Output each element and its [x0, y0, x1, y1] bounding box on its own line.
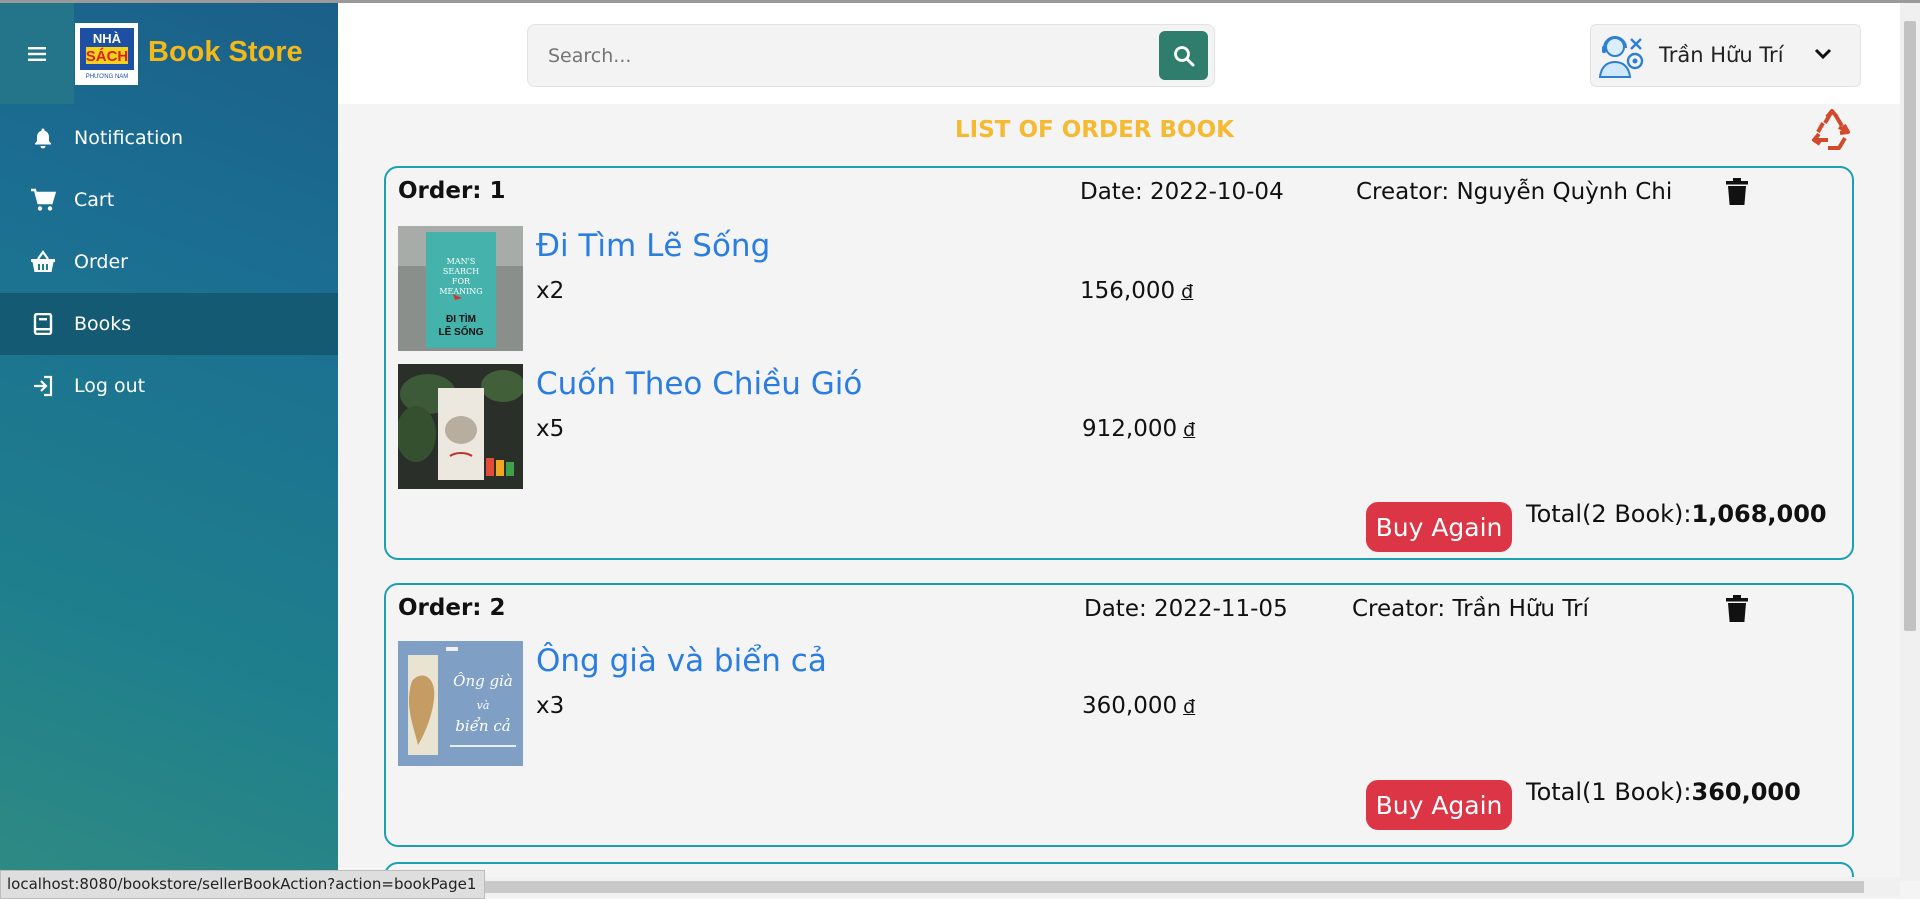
- book-title-link[interactable]: Đi Tìm Lẽ Sống: [536, 228, 770, 264]
- book-cover-image[interactable]: Ông già và biển cả: [398, 641, 523, 766]
- search-input[interactable]: [546, 39, 1110, 73]
- svg-text:Ông già: Ông già: [453, 672, 513, 690]
- search-icon: [1173, 45, 1194, 66]
- buy-again-button[interactable]: Buy Again: [1366, 780, 1512, 830]
- trash-icon[interactable]: [1725, 595, 1749, 627]
- cart-icon: [24, 188, 62, 212]
- trash-icon[interactable]: [1725, 178, 1749, 210]
- svg-text:FOR: FOR: [452, 277, 471, 286]
- user-menu[interactable]: Trần Hữu Trí: [1590, 24, 1861, 87]
- buy-again-button[interactable]: Buy Again: [1366, 502, 1512, 552]
- sidebar-item-label: Cart: [74, 189, 115, 211]
- total-value: 1,068,000: [1691, 500, 1827, 528]
- main-content: LIST OF ORDER BOOK Order: 1 Date: 2022-1…: [338, 104, 1900, 877]
- brand-logo[interactable]: NHÀ SÁCH PHƯƠNG NAM: [75, 23, 138, 85]
- item-price: 360,000 đ: [1082, 693, 1195, 719]
- order-date: Date: 2022-11-05: [1084, 596, 1288, 622]
- vertical-scrollbar[interactable]: [1900, 3, 1920, 881]
- order-item: Cuốn Theo Chiều Gió x5 912,000 đ: [396, 364, 1838, 490]
- sidebar-item-label: Log out: [74, 375, 146, 397]
- order-creator: Creator: Trần Hữu Trí: [1352, 596, 1589, 622]
- svg-text:ĐI TÌM: ĐI TÌM: [446, 312, 476, 325]
- order-card: Order: 2 Date: 2022-11-05 Creator: Trần …: [384, 583, 1854, 847]
- chevron-down-icon[interactable]: [1814, 45, 1832, 64]
- sidebar-item-label: Order: [74, 251, 128, 273]
- book-title-link[interactable]: Ông già và biển cả: [536, 643, 827, 679]
- currency-symbol: đ: [1183, 696, 1196, 718]
- book-cover-image[interactable]: [396, 364, 525, 489]
- recycle-icon[interactable]: [1810, 108, 1854, 156]
- svg-text:MAN'S: MAN'S: [447, 257, 476, 266]
- order-total: Total(1 Book):360,000: [1526, 778, 1801, 806]
- item-quantity: x5: [536, 416, 565, 442]
- svg-text:NHÀ: NHÀ: [92, 31, 121, 46]
- sidebar-item-order[interactable]: Order: [0, 231, 338, 293]
- bell-icon: [24, 127, 62, 149]
- book-icon: [24, 313, 62, 335]
- top-header: Trần Hữu Trí: [338, 3, 1900, 104]
- currency-symbol: đ: [1183, 419, 1196, 441]
- sidebar-item-label: Books: [74, 313, 132, 335]
- order-number: Order: 1: [398, 178, 506, 204]
- order-creator: Creator: Nguyễn Quỳnh Chi: [1356, 179, 1673, 205]
- sidebar-item-notification[interactable]: Notification: [0, 107, 338, 169]
- page-title: LIST OF ORDER BOOK: [955, 117, 1234, 143]
- sidebar: NHÀ SÁCH PHƯƠNG NAM Book Store Notificat…: [0, 3, 338, 897]
- hamburger-icon: [28, 46, 46, 61]
- svg-text:biển cả: biển cả: [455, 717, 510, 735]
- support-agent-icon: [1597, 31, 1647, 83]
- status-bar-url: localhost:8080/bookstore/sellerBookActio…: [0, 870, 486, 899]
- currency-symbol: đ: [1181, 281, 1194, 303]
- order-number: Order: 2: [398, 595, 506, 621]
- price-value: 360,000: [1082, 693, 1178, 719]
- user-name: Trần Hữu Trí: [1659, 43, 1784, 67]
- price-value: 156,000: [1080, 278, 1176, 304]
- svg-text:PHƯƠNG NAM: PHƯƠNG NAM: [85, 74, 128, 80]
- book-title-link[interactable]: Cuốn Theo Chiều Gió: [536, 366, 862, 402]
- brand-name[interactable]: Book Store: [148, 36, 303, 69]
- total-value: 360,000: [1691, 778, 1801, 806]
- basket-icon: [24, 250, 62, 274]
- item-quantity: x3: [536, 693, 565, 719]
- vertical-scrollbar-thumb[interactable]: [1904, 21, 1916, 631]
- order-total: Total(2 Book):1,068,000: [1526, 500, 1827, 528]
- item-price: 156,000 đ: [1080, 278, 1193, 304]
- sidebar-item-books[interactable]: Books: [0, 293, 338, 355]
- order-card: Order: 1 Date: 2022-10-04 Creator: Nguyễ…: [384, 166, 1854, 560]
- price-value: 912,000: [1082, 416, 1178, 442]
- search-bar: [527, 24, 1215, 87]
- sidebar-item-logout[interactable]: Log out: [0, 355, 338, 417]
- bookstore-logo-icon: NHÀ SÁCH PHƯƠNG NAM: [79, 28, 134, 80]
- order-card: [384, 862, 1854, 877]
- search-button[interactable]: [1159, 31, 1208, 80]
- svg-text:LẼ SỐNG: LẼ SỐNG: [438, 324, 483, 338]
- svg-text:và: và: [477, 699, 490, 712]
- total-label: Total(1 Book):: [1526, 778, 1692, 806]
- sidebar-nav: Notification Cart Order Books Log out: [0, 107, 338, 417]
- menu-toggle-button[interactable]: [0, 3, 74, 104]
- order-item: MAN'S SEARCH FOR MEANING ĐI TÌM LẼ SỐNG …: [398, 226, 1838, 352]
- svg-text:MEANING: MEANING: [439, 287, 482, 296]
- total-label: Total(2 Book):: [1526, 500, 1692, 528]
- logout-icon: [24, 375, 62, 397]
- book-cover-image[interactable]: MAN'S SEARCH FOR MEANING ĐI TÌM LẼ SỐNG: [398, 226, 523, 351]
- svg-text:SEARCH: SEARCH: [443, 267, 479, 276]
- item-quantity: x2: [536, 278, 565, 304]
- svg-text:SÁCH: SÁCH: [85, 48, 128, 65]
- item-price: 912,000 đ: [1082, 416, 1195, 442]
- order-item: Ông già và biển cả Ông già và biển cả x3…: [398, 641, 1838, 767]
- order-date: Date: 2022-10-04: [1080, 179, 1284, 205]
- sidebar-item-cart[interactable]: Cart: [0, 169, 338, 231]
- sidebar-item-label: Notification: [74, 127, 184, 149]
